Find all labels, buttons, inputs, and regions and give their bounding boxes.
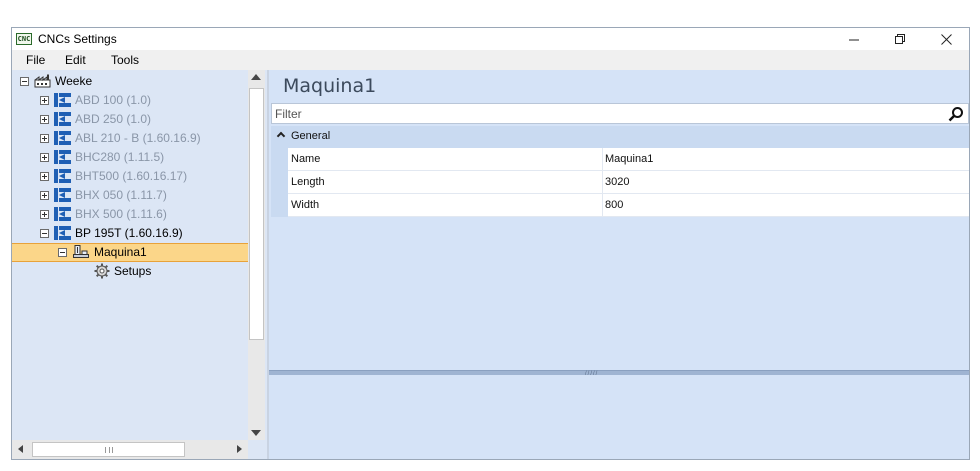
- tree-node-cnc[interactable]: ABD 100 (1.0): [12, 91, 248, 110]
- cnc-tree[interactable]: Weeke ABD 100 (1.0) ABD 250 (1.0) ABL 21…: [12, 70, 248, 440]
- cnc-tree-panel: Weeke ABD 100 (1.0) ABD 250 (1.0) ABL 21…: [12, 70, 267, 459]
- expand-toggle[interactable]: [40, 172, 49, 181]
- filter-input[interactable]: [275, 106, 935, 121]
- tree-node-weeke[interactable]: Weeke: [12, 72, 248, 91]
- tree-node-label: Weeke: [55, 74, 93, 88]
- tree-node-label: Setups: [114, 264, 152, 278]
- tree-node-label: ABD 100 (1.0): [75, 93, 152, 107]
- property-value[interactable]: 3020: [605, 176, 629, 188]
- property-gutter: [271, 148, 288, 217]
- tree-node-label: ABD 250 (1.0): [75, 112, 152, 126]
- filter-box[interactable]: [271, 103, 969, 124]
- category-general[interactable]: General: [271, 126, 969, 148]
- tree-node-label: BHT500 (1.60.16.17): [75, 169, 188, 183]
- cnc-machine-icon: [54, 188, 71, 202]
- minimize-button[interactable]: [831, 28, 877, 50]
- gear-icon: [94, 263, 110, 279]
- menu-tools[interactable]: Tools: [111, 53, 139, 67]
- tree-node-setups[interactable]: Setups: [12, 262, 248, 281]
- chevron-up-icon[interactable]: [276, 131, 286, 141]
- scroll-down-icon[interactable]: [251, 430, 261, 436]
- property-name: Width: [291, 199, 320, 211]
- category-label: General: [291, 130, 331, 142]
- property-name: Length: [291, 176, 325, 188]
- expand-toggle[interactable]: [40, 210, 49, 219]
- tree-node-maquina1[interactable]: Maquina1: [12, 243, 248, 262]
- restore-icon: [894, 33, 905, 44]
- tree-node-label: ABL 210 - B (1.60.16.9): [75, 131, 201, 145]
- menu-edit[interactable]: Edit: [65, 53, 86, 67]
- tree-node-cnc[interactable]: BHX 500 (1.11.6): [12, 205, 248, 224]
- tree-node-label: Maquina1: [94, 245, 147, 259]
- page-title: Maquina1: [283, 75, 377, 97]
- expand-toggle[interactable]: [40, 191, 49, 200]
- cnc-machine-icon: [54, 131, 71, 145]
- tree-node-cnc[interactable]: BHT500 (1.60.16.17): [12, 167, 248, 186]
- column-divider: [602, 148, 603, 171]
- tree-node-cnc[interactable]: BHC280 (1.11.5): [12, 148, 248, 167]
- property-value[interactable]: 800: [605, 199, 623, 211]
- expand-toggle[interactable]: [40, 96, 49, 105]
- cnc-machine-icon: [54, 112, 71, 126]
- cnc-machine-icon: [54, 226, 71, 240]
- scroll-thumb[interactable]: [32, 442, 185, 457]
- menu-file[interactable]: File: [26, 53, 45, 67]
- tree-node-cnc[interactable]: ABD 250 (1.0): [12, 110, 248, 129]
- tree-horizontal-scrollbar[interactable]: [12, 440, 248, 459]
- collapse-toggle[interactable]: [58, 248, 67, 257]
- cnc-app-icon: CNC: [16, 33, 32, 45]
- property-row[interactable]: Width 800: [288, 194, 969, 217]
- expand-toggle[interactable]: [40, 153, 49, 162]
- factory-icon: [34, 74, 51, 88]
- machine-icon: [73, 245, 89, 258]
- details-panel: Maquina1 General Name Maquina1 Length: [269, 70, 969, 459]
- tree-node-cnc[interactable]: ABL 210 - B (1.60.16.9): [12, 129, 248, 148]
- window-title: CNCs Settings: [38, 32, 117, 46]
- close-icon: [940, 33, 952, 45]
- expand-toggle[interactable]: [40, 115, 49, 124]
- cnc-machine-icon: [54, 93, 71, 107]
- expand-toggle[interactable]: [40, 134, 49, 143]
- property-row[interactable]: Length 3020: [288, 171, 969, 194]
- cncs-settings-window: CNC CNCs Settings File Edit Tools Weeke …: [11, 27, 970, 460]
- property-grid: General Name Maquina1 Length 3020 Width …: [271, 126, 969, 217]
- tree-vertical-scrollbar[interactable]: [248, 70, 265, 440]
- property-value[interactable]: Maquina1: [605, 153, 653, 165]
- scroll-thumb[interactable]: [249, 88, 264, 340]
- property-row[interactable]: Name Maquina1: [288, 148, 969, 171]
- tree-node-label: BP 195T (1.60.16.9): [75, 226, 183, 240]
- tree-node-label: BHX 050 (1.11.7): [75, 188, 167, 202]
- scroll-left-icon[interactable]: [18, 445, 23, 453]
- property-name: Name: [291, 153, 321, 165]
- tree-node-cnc-bp195t[interactable]: BP 195T (1.60.16.9): [12, 224, 248, 243]
- maximize-button[interactable]: [877, 28, 923, 50]
- cnc-machine-icon: [54, 169, 71, 183]
- search-icon[interactable]: [948, 106, 964, 122]
- column-divider: [602, 171, 603, 194]
- cnc-machine-icon: [54, 207, 71, 221]
- tree-node-label: BHC280 (1.11.5): [75, 150, 165, 164]
- menu-bar: File Edit Tools: [12, 50, 969, 70]
- tree-node-cnc[interactable]: BHX 050 (1.11.7): [12, 186, 248, 205]
- description-area: [269, 375, 969, 459]
- column-divider: [602, 194, 603, 217]
- title-bar[interactable]: CNC CNCs Settings: [12, 28, 969, 50]
- collapse-toggle[interactable]: [40, 229, 49, 238]
- minimize-icon: [848, 39, 859, 40]
- close-button[interactable]: [923, 28, 969, 50]
- scroll-up-icon[interactable]: [251, 74, 261, 80]
- cnc-machine-icon: [54, 150, 71, 164]
- tree-node-label: BHX 500 (1.11.6): [75, 207, 167, 221]
- scroll-right-icon[interactable]: [237, 445, 242, 453]
- collapse-toggle[interactable]: [20, 77, 29, 86]
- grip-icon: [105, 447, 113, 453]
